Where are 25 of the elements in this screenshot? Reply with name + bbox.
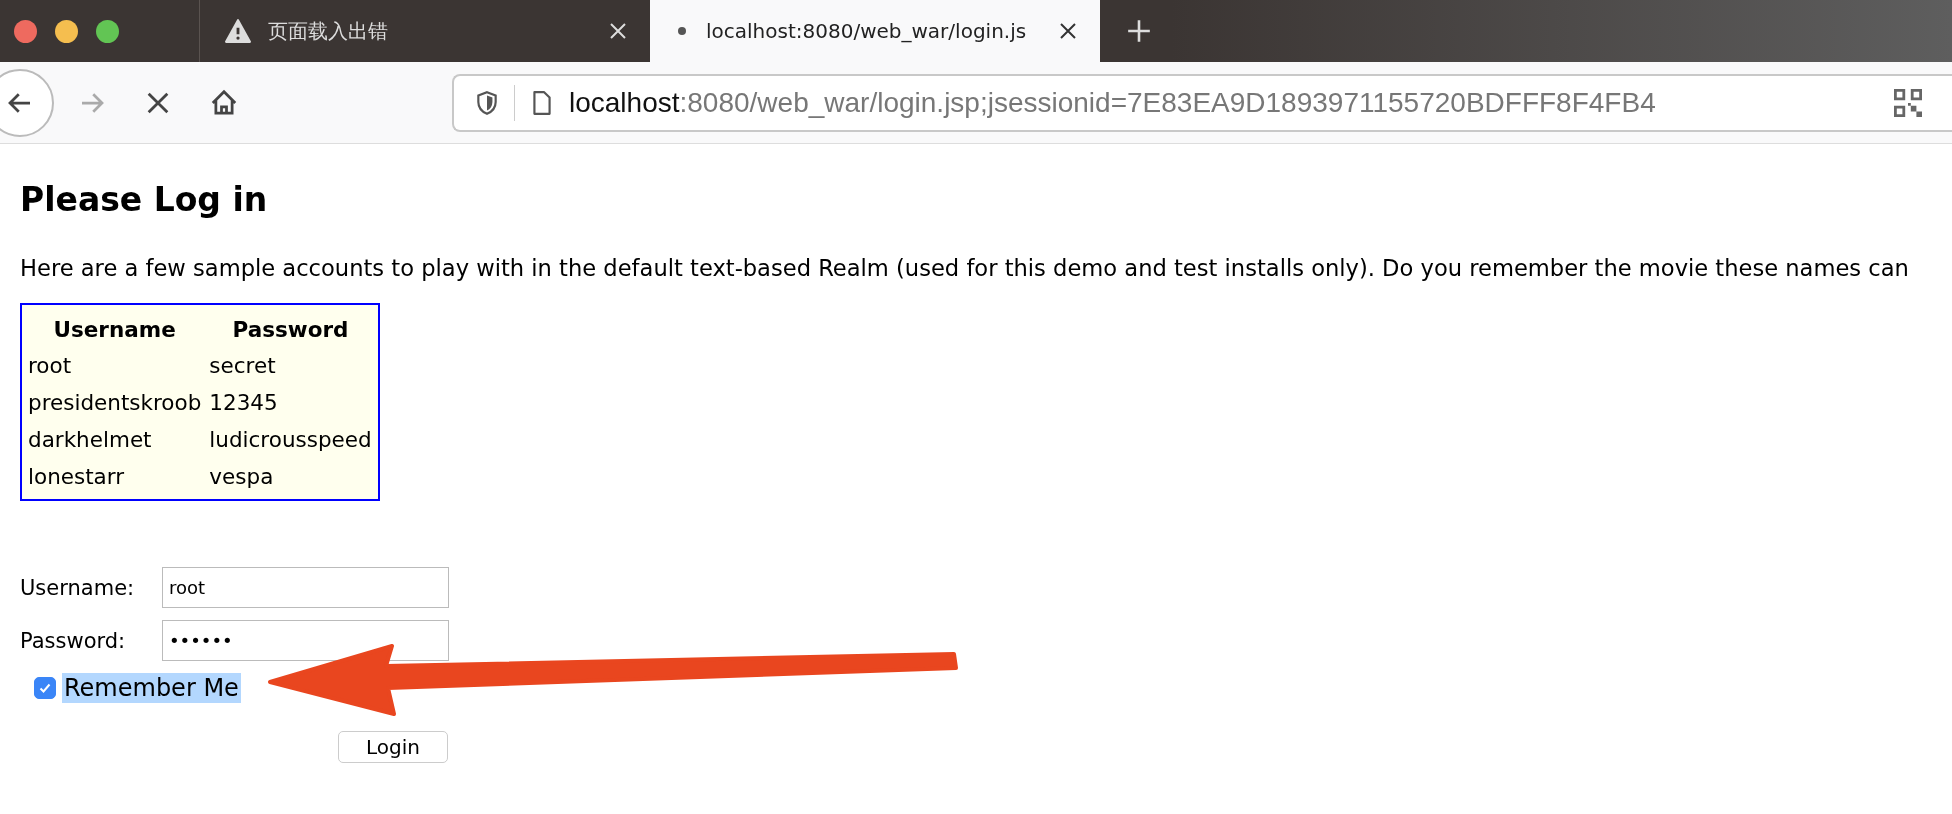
browser-tab[interactable]: localhost:8080/web_war/login.js [650, 0, 1100, 62]
browser-tab[interactable]: 页面载入出错 [200, 0, 650, 62]
password-field[interactable]: •••••• [162, 620, 449, 661]
intro-paragraph: Here are a few sample accounts to play with in the default text-based Realm (used for this demo and test installs only). Do you remember the movie these names can [20, 255, 1910, 281]
page-heading: Please Log in [20, 180, 269, 219]
url-host: localhost [569, 86, 680, 118]
table-cell-text: vespa [208, 463, 275, 491]
tab-title: localhost:8080/web_war/login.js [706, 19, 1027, 43]
table-cell-text: ludicrousspeed [208, 426, 373, 454]
table-cell-text: 12345 [208, 389, 279, 417]
table-cell-text: presidentskroob [27, 389, 203, 417]
field-label: Username: [20, 575, 136, 600]
field-label: Password: [20, 628, 127, 653]
column-header: Username [52, 315, 177, 344]
table-cell-text: secret [208, 352, 277, 380]
username-field[interactable]: root [162, 567, 449, 608]
url-path: :8080/web_war/login.jsp;jsessionid=7E83EA9D1893971155720BDFFF8F4FB4 [679, 86, 1656, 118]
table-cell-text: darkhelmet [27, 426, 153, 454]
column-header: Password [231, 315, 350, 344]
table-cell-text: root [27, 352, 73, 380]
tab-title: 页面载入出错 [268, 17, 388, 45]
table-cell-text: lonestarr [27, 463, 126, 491]
login-button[interactable]: Login [338, 731, 448, 763]
checkbox-label: Remember Me [62, 673, 241, 703]
address-bar[interactable]: localhost:8080/web_war/login.jsp;jsessionid=7E83EA9D1893971155720BDFFF8F4FB4 [452, 73, 1952, 132]
